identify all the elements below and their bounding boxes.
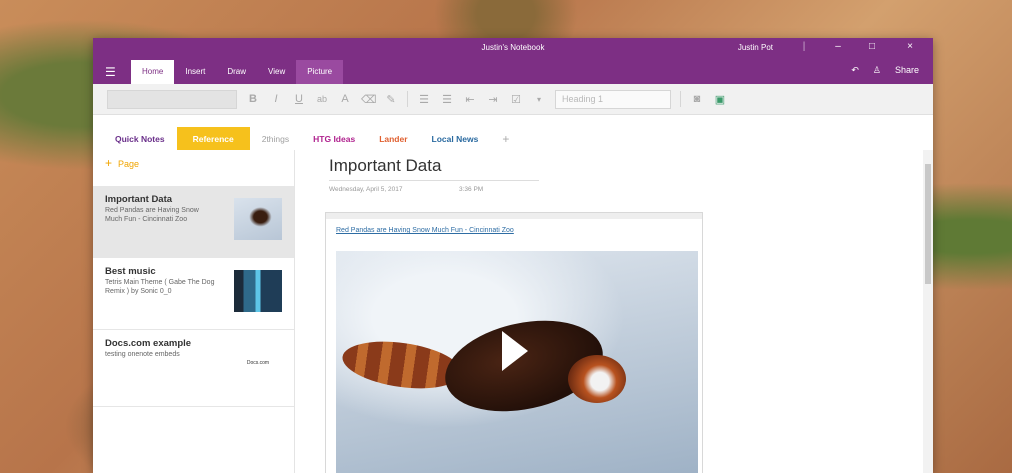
page-item-snippet: Red Pandas are Having Snow Much Fun - Ci… — [105, 207, 199, 223]
section-lander[interactable]: Lander — [367, 127, 419, 151]
red-panda-head — [568, 355, 626, 403]
page-item-snippet: Tetris Main Theme ( Gabe The Dog Remix )… — [105, 279, 215, 295]
camera-icon[interactable]: ◙ — [690, 93, 704, 105]
undo-icon[interactable]: ↶ — [851, 65, 859, 76]
section-local-news[interactable]: Local News — [420, 127, 491, 151]
section-reference[interactable]: Reference — [176, 127, 250, 151]
page-item-snippet: testing onenote embeds — [105, 351, 180, 358]
underline-button[interactable]: U — [292, 93, 306, 105]
share-button[interactable]: Share — [895, 65, 919, 76]
vertical-scrollbar[interactable] — [923, 150, 933, 473]
note-container[interactable]: Red Pandas are Having Snow Much Fun - Ci… — [325, 212, 703, 473]
onenote-window: Justin's Notebook Justin Pot | – □ × ☰ H… — [93, 38, 933, 473]
font-color-button[interactable]: A — [338, 93, 352, 105]
italic-button[interactable]: I — [269, 93, 283, 105]
ribbon-right-actions: ↶ ♙ Share — [851, 65, 919, 76]
checkbox-icon[interactable]: ☑ — [509, 93, 523, 106]
docs-logo-thumbnail: Docs.com — [234, 342, 282, 384]
note-canvas[interactable]: Important Data Wednesday, April 5, 2017 … — [295, 150, 933, 473]
page-date: Wednesday, April 5, 2017 — [329, 186, 403, 193]
page-thumbnail — [234, 270, 282, 312]
page-item-important-data[interactable]: Important Data Red Pandas are Having Sno… — [93, 186, 294, 258]
page-list: + Page Important Data Red Pandas are Havi… — [93, 150, 295, 473]
person-icon[interactable]: ♙ — [873, 65, 881, 76]
menu-icon[interactable]: ☰ — [105, 65, 116, 79]
control-separator: | — [802, 41, 806, 52]
formatting-toolbar: B I U ab A ⌫ ✎ ☰ ☰ ⇤ ⇥ ☑ ▾ Heading 1 ◙ ▣ — [93, 84, 933, 115]
minimize-button[interactable]: – — [829, 41, 847, 52]
tab-view[interactable]: View — [257, 60, 296, 84]
page-title[interactable]: Important Data — [329, 156, 441, 176]
toolbar-divider — [407, 91, 408, 107]
close-button[interactable]: × — [901, 41, 919, 52]
page-item-docs-example[interactable]: Docs.com example testing onenote embeds … — [93, 330, 294, 407]
outdent-icon[interactable]: ⇤ — [463, 93, 477, 106]
toolbar-divider — [680, 91, 681, 107]
chevron-down-icon[interactable]: ▾ — [532, 95, 546, 104]
container-handle[interactable] — [326, 213, 702, 219]
embedded-video[interactable] — [336, 251, 698, 473]
page-time: 3:36 PM — [459, 186, 484, 193]
font-name-box[interactable] — [107, 89, 237, 109]
page-item-best-music[interactable]: Best music Tetris Main Theme ( Gabe The … — [93, 258, 294, 330]
title-underline — [329, 180, 539, 181]
ribbon-tabs: Home Insert Draw View Picture — [131, 60, 344, 84]
indent-icon[interactable]: ⇥ — [486, 93, 500, 106]
tab-insert[interactable]: Insert — [174, 60, 216, 84]
highlight-button[interactable]: ab — [315, 94, 329, 104]
user-name[interactable]: Justin Pot — [738, 43, 773, 52]
section-tabs: Quick Notes Reference 2things HTG Ideas … — [93, 123, 933, 153]
title-bar: Justin's Notebook Justin Pot | – □ × ☰ H… — [93, 38, 933, 84]
maximize-button[interactable]: □ — [863, 41, 881, 52]
plus-icon: + — [105, 156, 113, 170]
section-quick-notes[interactable]: Quick Notes — [103, 127, 177, 151]
bullets-icon[interactable]: ☰ — [417, 93, 431, 106]
tab-picture[interactable]: Picture — [296, 60, 344, 84]
page-thumbnail — [234, 198, 282, 240]
numbering-icon[interactable]: ☰ — [440, 93, 454, 106]
add-section-button[interactable]: + — [490, 127, 521, 151]
brush-icon[interactable]: ✎ — [384, 93, 398, 106]
add-page-button[interactable]: + Page — [93, 150, 294, 186]
add-page-label: Page — [118, 159, 140, 169]
section-htg-ideas[interactable]: HTG Ideas — [301, 127, 367, 151]
main-area: + Page Important Data Red Pandas are Havi… — [93, 150, 933, 473]
section-2things[interactable]: 2things — [250, 127, 301, 151]
bold-button[interactable]: B — [246, 93, 260, 105]
image-icon[interactable]: ▣ — [713, 93, 727, 106]
style-select[interactable]: Heading 1 — [555, 89, 671, 109]
tab-home[interactable]: Home — [131, 60, 175, 84]
scrollbar-thumb[interactable] — [925, 164, 931, 284]
eraser-icon[interactable]: ⌫ — [361, 93, 377, 106]
play-icon[interactable] — [502, 331, 528, 371]
tab-draw[interactable]: Draw — [216, 60, 257, 84]
video-link[interactable]: Red Pandas are Having Snow Much Fun - Ci… — [336, 227, 514, 234]
